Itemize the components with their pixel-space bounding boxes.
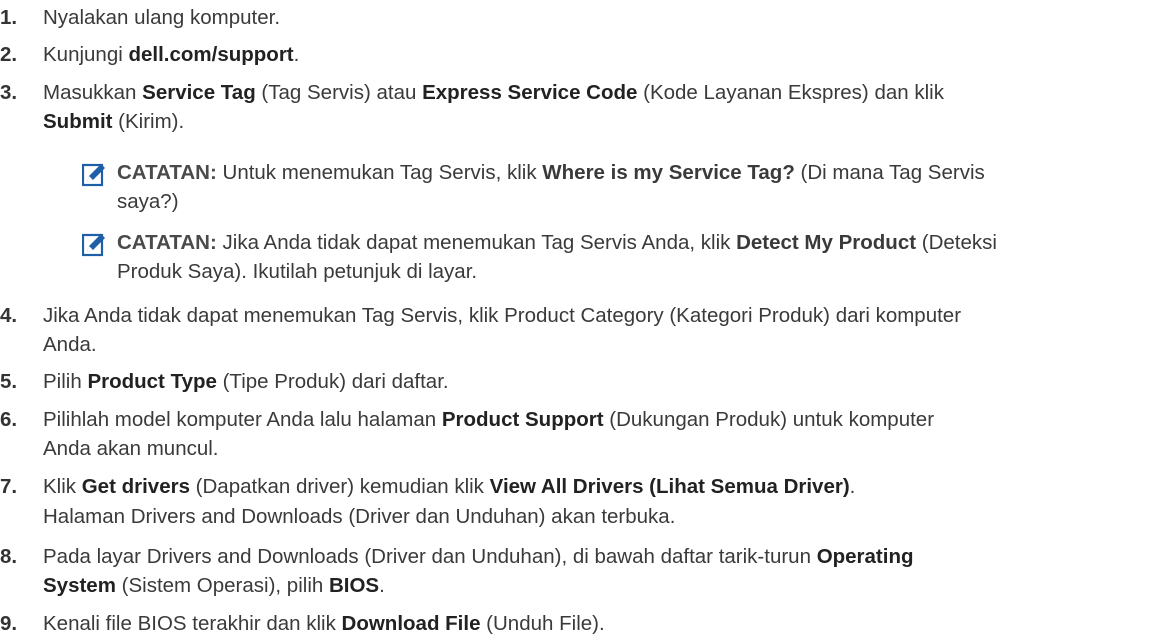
note-label: CATATAN: xyxy=(117,231,217,254)
step-number: 6. xyxy=(0,408,18,431)
text-run: Klik xyxy=(43,475,82,498)
text-run: (Dapatkan driver) kemudian klik xyxy=(189,475,490,498)
bold-term: Express Service Code xyxy=(422,81,638,104)
text-run: . xyxy=(849,475,856,498)
text-run: Nyalakan ulang komputer. xyxy=(43,6,281,29)
text-run: saya?) xyxy=(117,190,179,213)
step-text: Pada layar Drivers and Downloads (Driver… xyxy=(43,542,1140,600)
step-text: Kunjungi dell.com/support. xyxy=(43,40,1140,69)
note-text: CATATAN: Jika Anda tidak dapat menemukan… xyxy=(117,228,1142,286)
step-1: 1. Nyalakan ulang komputer. xyxy=(0,3,1140,32)
note-label: CATATAN: xyxy=(117,161,217,184)
step-7-subtext: Halaman Drivers and Downloads (Driver da… xyxy=(43,505,676,528)
note-pencil-icon xyxy=(82,163,105,187)
step-number: 9. xyxy=(0,612,18,635)
text-run: Pilihlah model komputer Anda lalu halama… xyxy=(43,408,442,431)
text-run: Anda akan muncul. xyxy=(43,437,219,460)
bold-term: Detect My Product xyxy=(736,231,917,254)
step-text: Pilih Product Type (Tipe Produk) dari da… xyxy=(43,367,1140,396)
document-page: 1. Nyalakan ulang komputer. 2. Kunjungi … xyxy=(0,0,1166,640)
text-run: Pada layar Drivers and Downloads (Driver… xyxy=(43,545,817,568)
text-run: Kunjungi xyxy=(43,43,129,66)
step-number: 8. xyxy=(0,545,18,568)
bold-term: Where is my Service Tag? xyxy=(542,161,795,184)
step-number: 5. xyxy=(0,370,18,393)
step-text: Jika Anda tidak dapat menemukan Tag Serv… xyxy=(43,301,1140,359)
bold-term: Product Support xyxy=(441,408,604,431)
bold-term: Service Tag xyxy=(142,81,256,104)
text-run: (Unduh File). xyxy=(480,612,605,635)
step-6: 6. Pilihlah model komputer Anda lalu hal… xyxy=(0,405,1140,463)
text-run: Pilih xyxy=(43,370,88,393)
step-text: Klik Get drivers (Dapatkan driver) kemud… xyxy=(43,472,1140,501)
text-run: . xyxy=(293,43,300,66)
text-run: (Kirim). xyxy=(112,110,185,133)
note-2: CATATAN: Jika Anda tidak dapat menemukan… xyxy=(82,228,1142,286)
step-3: 3. Masukkan Service Tag (Tag Servis) ata… xyxy=(0,78,1140,136)
step-5: 5. Pilih Product Type (Tipe Produk) dari… xyxy=(0,367,1140,396)
step-text: Kenali file BIOS terakhir dan klik Downl… xyxy=(43,609,1140,638)
bold-term: View All Drivers (Lihat Semua Driver) xyxy=(489,475,850,498)
text-run: (Deteksi xyxy=(916,231,997,254)
bold-term: Product Type xyxy=(87,370,217,393)
bold-term: Operating xyxy=(816,545,914,568)
step-text: Nyalakan ulang komputer. xyxy=(43,3,1140,32)
text-run: (Kode Layanan Ekspres) dan klik xyxy=(637,81,944,104)
text-run: (Tag Servis) atau xyxy=(255,81,423,104)
step-4: 4. Jika Anda tidak dapat menemukan Tag S… xyxy=(0,301,1140,359)
step-8: 8. Pada layar Drivers and Downloads (Dri… xyxy=(0,542,1140,600)
text-run: . xyxy=(379,574,385,597)
bold-term: System xyxy=(43,574,116,597)
bold-term: Download File xyxy=(341,612,481,635)
bold-term: Submit xyxy=(43,110,113,133)
note-text: CATATAN: Untuk menemukan Tag Servis, kli… xyxy=(117,158,1142,216)
note-1: CATATAN: Untuk menemukan Tag Servis, kli… xyxy=(82,158,1142,216)
text-run: Anda. xyxy=(43,333,97,356)
step-number: 7. xyxy=(0,475,18,498)
bold-term: dell.com/support xyxy=(128,43,294,66)
text-run: Produk Saya). Ikutilah petunjuk di layar… xyxy=(117,260,478,283)
text-run: Masukkan xyxy=(43,81,143,104)
step-number: 4. xyxy=(0,304,18,327)
text-run: (Dukungan Produk) untuk komputer xyxy=(603,408,935,431)
text-run: (Di mana Tag Servis xyxy=(794,161,985,184)
step-number: 1. xyxy=(0,6,18,29)
step-text: Pilihlah model komputer Anda lalu halama… xyxy=(43,405,1140,463)
text-run: Untuk menemukan Tag Servis, klik xyxy=(216,161,543,184)
bold-term: BIOS xyxy=(328,574,380,597)
text-run: Jika Anda tidak dapat menemukan Tag Serv… xyxy=(43,304,962,327)
text-run: Jika Anda tidak dapat menemukan Tag Serv… xyxy=(216,231,737,254)
text-run: (Tipe Produk) dari daftar. xyxy=(216,370,449,393)
step-7: 7. Klik Get drivers (Dapatkan driver) ke… xyxy=(0,472,1140,501)
note-pencil-icon xyxy=(82,233,105,257)
text-run: Kenali file BIOS terakhir dan klik xyxy=(43,612,342,635)
step-number: 3. xyxy=(0,81,18,104)
step-text: Masukkan Service Tag (Tag Servis) atau E… xyxy=(43,78,1140,136)
step-2: 2. Kunjungi dell.com/support. xyxy=(0,40,1140,69)
step-9: 9. Kenali file BIOS terakhir dan klik Do… xyxy=(0,609,1140,638)
bold-term: Get drivers xyxy=(81,475,190,498)
text-run: (Sistem Operasi), pilih xyxy=(115,574,329,597)
step-number: 2. xyxy=(0,43,18,66)
